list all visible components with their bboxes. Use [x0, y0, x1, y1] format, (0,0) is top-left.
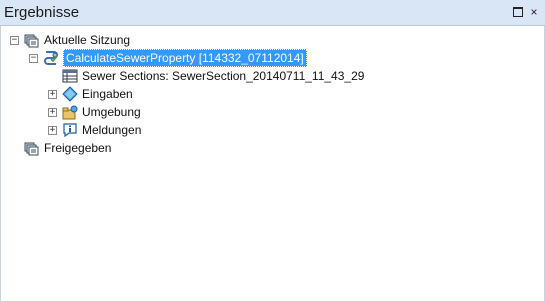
tree-item-label: Eingaben: [82, 87, 133, 101]
tree-item-output[interactable]: Sewer Sections: SewerSection_20140711_11…: [62, 67, 364, 85]
info-icon: [63, 123, 77, 138]
tree-item-environment[interactable]: + Umgebung: [48, 103, 141, 121]
expand-icon[interactable]: +: [48, 89, 57, 99]
table-icon: [62, 69, 78, 83]
tree-item-shared[interactable]: Freigegeben: [24, 139, 111, 157]
session-icon: [24, 34, 39, 48]
tree-item-messages[interactable]: + Meldungen: [48, 121, 141, 139]
expand-icon[interactable]: +: [48, 125, 57, 135]
tree-item-label: Umgebung: [82, 105, 141, 119]
tree-item-job[interactable]: − CalculateSewerProperty [114332_0711201…: [29, 49, 307, 67]
maximize-button[interactable]: [511, 5, 525, 19]
shared-icon: [24, 142, 39, 156]
tree-item-current-session[interactable]: − Aktuelle Sitzung: [10, 31, 130, 49]
tree-item-label: Meldungen: [82, 123, 142, 137]
window-title: Ergebnisse: [4, 4, 80, 21]
script-tool-icon: [44, 51, 58, 65]
tree-item-label: Aktuelle Sitzung: [44, 33, 131, 47]
tree-item-inputs[interactable]: + Eingaben: [48, 85, 133, 103]
environment-icon: [62, 105, 78, 120]
maximize-icon: [513, 7, 523, 17]
tree-item-label: CalculateSewerProperty [114332_07112014]: [63, 49, 307, 67]
expand-icon[interactable]: +: [48, 107, 57, 117]
results-tree: − Aktuelle Sitzung − CalculateSewerPrope…: [0, 26, 545, 302]
results-window: Ergebnisse × − Aktuelle Sitzung − Calcul…: [0, 0, 545, 302]
window-titlebar: Ergebnisse ×: [0, 0, 545, 26]
inputs-icon: [62, 86, 78, 102]
tree-item-label: Freigegeben: [44, 141, 112, 155]
collapse-icon[interactable]: −: [29, 53, 38, 63]
collapse-icon[interactable]: −: [10, 35, 19, 45]
close-button[interactable]: ×: [527, 5, 541, 19]
tree-item-label: Sewer Sections: SewerSection_20140711_11…: [82, 69, 365, 83]
